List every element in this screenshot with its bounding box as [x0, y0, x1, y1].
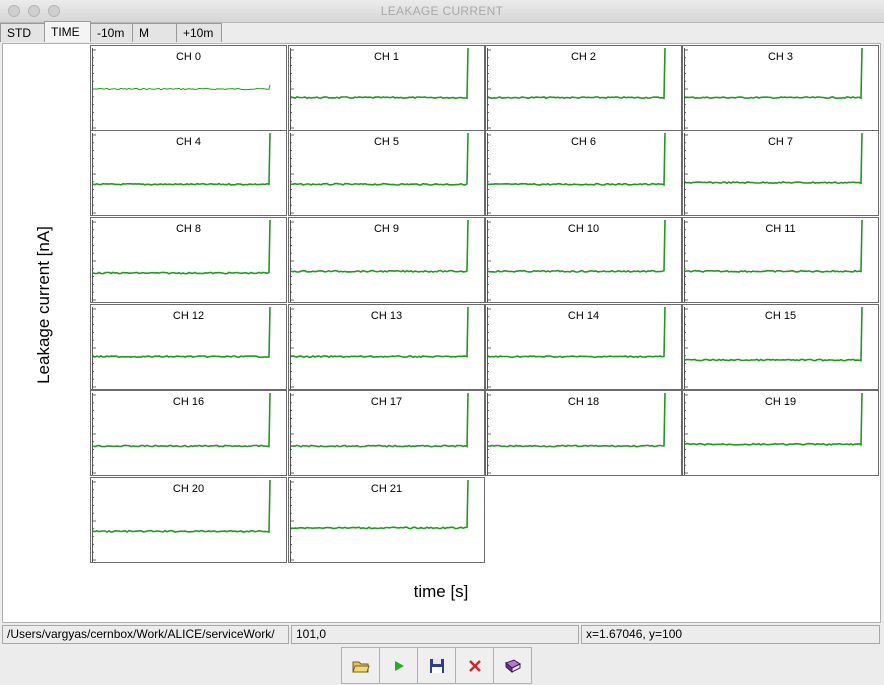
- channel-title: CH 15: [764, 310, 797, 322]
- save-icon: [429, 658, 444, 673]
- channel-pad[interactable]: CH 10: [485, 217, 682, 303]
- channel-pad[interactable]: CH 2: [485, 45, 682, 131]
- channel-pad[interactable]: CH 5: [288, 130, 485, 216]
- status-path: /Users/vargyas/cernbox/Work/ALICE/servic…: [2, 625, 289, 644]
- channel-pad[interactable]: CH 16: [90, 390, 287, 476]
- channel-trace: [93, 84, 271, 91]
- tab-std[interactable]: STD: [0, 23, 45, 42]
- y-axis-label: Leakage current [nA]: [34, 226, 53, 384]
- channel-title: CH 19: [764, 396, 797, 408]
- window-title: LEAKAGE CURRENT: [380, 4, 504, 18]
- close-button[interactable]: [455, 647, 494, 684]
- channel-title: CH 4: [175, 136, 202, 148]
- channel-pad[interactable]: CH 6: [485, 130, 682, 216]
- tab-plus-10m[interactable]: +10m: [176, 23, 222, 42]
- status-cursor-value: 101,0: [291, 625, 579, 644]
- channel-pad[interactable]: CH 15: [682, 304, 879, 390]
- channel-title: CH 7: [767, 136, 794, 148]
- tab-time[interactable]: TIME: [44, 21, 91, 42]
- channel-title: CH 12: [172, 310, 205, 322]
- open-folder-icon: [351, 661, 370, 672]
- help-button[interactable]: [493, 647, 532, 684]
- channel-title: CH 3: [767, 51, 794, 63]
- channel-pad[interactable]: CH 0: [90, 45, 287, 131]
- tab-bar: STD TIME -10m M +10m: [0, 21, 222, 43]
- x-axis-label: time [s]: [413, 582, 469, 601]
- channel-pad[interactable]: CH 4: [90, 130, 287, 216]
- channel-title: CH 20: [172, 483, 205, 495]
- channel-pad[interactable]: CH 1: [288, 45, 485, 131]
- channel-pad[interactable]: CH 19: [682, 390, 879, 476]
- channel-pad[interactable]: CH 17: [288, 390, 485, 476]
- book-icon: [504, 658, 521, 673]
- channel-title: CH 1: [373, 51, 400, 63]
- channel-pad[interactable]: CH 7: [682, 130, 879, 216]
- channel-title: CH 0: [175, 51, 202, 63]
- save-button[interactable]: [417, 647, 456, 684]
- channel-pad[interactable]: CH 3: [682, 45, 879, 131]
- channel-title: CH 14: [567, 310, 600, 322]
- channel-title: CH 8: [175, 223, 202, 235]
- channel-title: CH 9: [373, 223, 400, 235]
- channel-pad[interactable]: CH 21: [288, 477, 485, 563]
- channel-title: CH 16: [172, 396, 205, 408]
- tab-m[interactable]: M: [132, 23, 177, 42]
- channel-pad[interactable]: CH 13: [288, 304, 485, 390]
- title-bar: LEAKAGE CURRENT: [0, 0, 884, 23]
- status-bar: /Users/vargyas/cernbox/Work/ALICE/servic…: [2, 625, 882, 644]
- channel-pad[interactable]: CH 12: [90, 304, 287, 390]
- channel-title: CH 17: [370, 396, 403, 408]
- channel-pad[interactable]: CH 18: [485, 390, 682, 476]
- channel-title: CH 5: [373, 136, 400, 148]
- channel-pad[interactable]: CH 20: [90, 477, 287, 563]
- close-icon: [468, 659, 481, 672]
- toolbar: [341, 647, 532, 684]
- channel-pad[interactable]: CH 8: [90, 217, 287, 303]
- channel-pad[interactable]: CH 14: [485, 304, 682, 390]
- channel-title: CH 13: [370, 310, 403, 322]
- channel-pad[interactable]: CH 11: [682, 217, 879, 303]
- channel-title: CH 21: [370, 483, 403, 495]
- run-button[interactable]: [379, 647, 418, 684]
- tab-minus-10m[interactable]: -10m: [90, 23, 133, 42]
- channel-title: CH 6: [570, 136, 597, 148]
- channel-title: CH 2: [570, 51, 597, 63]
- status-coordinates: x=1.67046, y=100: [581, 625, 880, 644]
- channel-title: CH 11: [765, 223, 796, 235]
- channel-title: CH 18: [567, 396, 600, 408]
- play-icon: [394, 660, 404, 671]
- channel-pad[interactable]: CH 9: [288, 217, 485, 303]
- open-button[interactable]: [341, 647, 380, 684]
- channel-title: CH 10: [567, 223, 600, 235]
